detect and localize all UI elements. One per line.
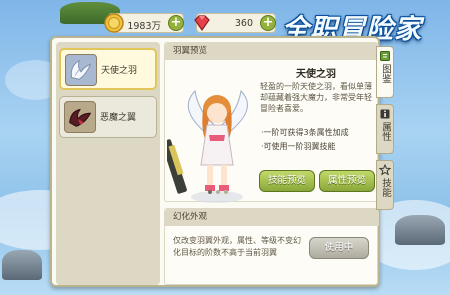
tab-attributes[interactable]: 属性 xyxy=(376,104,394,154)
wing-description: 轻盈的一阶天使之羽，看似单薄却蕴藏着强大魔力，非常受年轻冒险者喜爱。 xyxy=(260,82,372,113)
tab-skills[interactable]: 技能 xyxy=(376,160,394,210)
wing-detail: 羽翼预览 天使之羽 轻盈的一阶天使之羽，看似单薄却蕴藏着强大魔力，非常受年轻冒险… xyxy=(164,42,379,285)
attribute-preview-button[interactable]: 属性预览 xyxy=(319,170,375,192)
book-icon xyxy=(380,51,390,61)
wing-list-item-label: 恶魔之翼 xyxy=(100,113,137,123)
star-icon xyxy=(379,164,391,176)
red-gem-icon xyxy=(194,15,210,32)
wing-list-item-demon[interactable]: 恶魔之翼 xyxy=(59,96,157,138)
floating-island xyxy=(395,215,445,245)
add-gold-button[interactable]: + xyxy=(168,15,184,31)
info-icon xyxy=(380,109,390,119)
in-use-button[interactable]: 使用中 xyxy=(309,237,369,259)
add-gem-button[interactable]: + xyxy=(260,15,276,31)
tab-label: 属性 xyxy=(380,122,391,141)
wing-feature: ·可使用一阶羽翼技能 xyxy=(261,142,336,151)
preview-pager xyxy=(208,190,228,194)
appearance-description: 仅改变羽翼外观，属性、等级不变幻化目标的阶数不高于当前羽翼 xyxy=(173,236,301,257)
tab-label: 技能 xyxy=(380,178,391,197)
preview-section-header: 羽翼预览 xyxy=(165,43,379,60)
wing-title: 天使之羽 xyxy=(296,69,336,80)
wing-preview-section: 羽翼预览 天使之羽 轻盈的一阶天使之羽，看似单薄却蕴藏着强大魔力，非常受年轻冒险… xyxy=(164,42,379,203)
demon-wing-icon xyxy=(64,101,96,133)
skill-preview-button[interactable]: 技能预览 xyxy=(259,170,315,192)
wing-list: 天使之羽 恶魔之翼 xyxy=(56,42,160,285)
gem-counter: 360 + xyxy=(194,13,276,33)
floating-island xyxy=(2,250,42,280)
gold-counter: 1983万 + xyxy=(104,13,184,33)
tab-encyclopedia[interactable]: 图鉴 xyxy=(376,46,394,98)
wing-list-item-label: 天使之羽 xyxy=(101,66,138,76)
wing-panel: 天使之羽 恶魔之翼 羽翼预览 天使之羽 轻盈的一阶天使之羽，看似单薄却蕴藏着强大… xyxy=(50,36,380,287)
gem-amount: 360 xyxy=(234,18,253,29)
appearance-section: 幻化外观 仅改变羽翼外观，属性、等级不变幻化目标的阶数不高于当前羽翼 使用中 xyxy=(164,208,379,285)
tab-label: 图鉴 xyxy=(380,64,391,83)
appearance-section-header: 幻化外观 xyxy=(165,209,379,226)
pager-dot[interactable] xyxy=(224,190,228,194)
pager-dot[interactable] xyxy=(208,190,212,194)
angel-wing-icon xyxy=(65,54,97,86)
gold-coin-icon xyxy=(104,13,124,33)
wing-list-item-angel[interactable]: 天使之羽 xyxy=(59,48,157,90)
gold-amount: 1983万 xyxy=(127,21,161,32)
pager-dot[interactable] xyxy=(216,190,220,194)
wing-feature: ·一阶可获得3条属性加成 xyxy=(261,128,349,137)
